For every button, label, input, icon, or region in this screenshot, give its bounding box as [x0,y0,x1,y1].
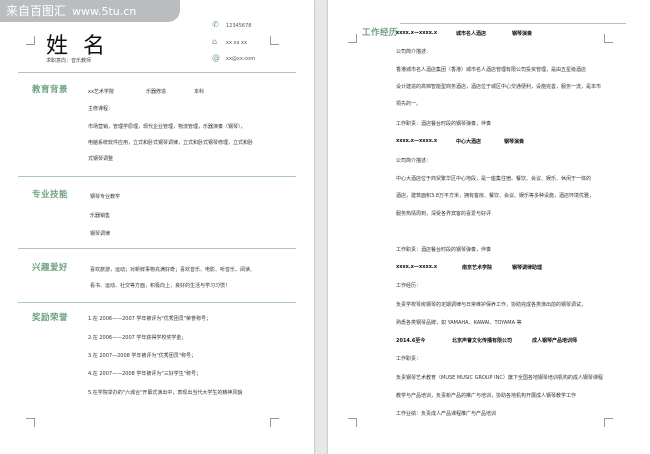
section-divider [18,176,296,177]
resume-page-2: 工作经历 xxxx.x—xxxx.x 城市名人酒店 钢琴演奏 公司简介描述： 香… [328,0,650,454]
at-icon: @ [212,53,220,62]
courses-line: 市场营销，管理学原理，现代企业管理，物流管理，乐器演奏（钢琴）， [88,124,246,130]
job-intro-line: 熟悉各类钢琴品牌，如 YAMAHA、KAWAI、TOYAMA 等 [396,320,522,326]
job-intro-line: 负责钢琴艺术教育（MUSE MUSIC GROUP INC）旗下全国各地钢琴培训… [396,375,603,381]
job-company: 南京艺术学院 [462,265,493,271]
email-row: @ xx@xx.com [212,53,255,62]
job-role: 钢琴调律助理 [512,265,543,271]
skill-item: 乐器销售 [90,213,111,219]
award-item: 2.在 2006——2007 学年获得学校奖学金； [88,335,187,341]
skill-item: 钢琴调律 [90,231,111,237]
page-corner-mark [26,418,35,427]
email-value: xx@xx.com [226,56,256,62]
job-intro-line: 教学与产品培训，负责新产品的推广与培训，协助各地机构开展成人钢琴教学工作 [396,393,577,399]
job-role: 成人钢琴产品培训师 [532,338,578,344]
candidate-name: 姓 名 [46,34,109,59]
job-intro-line: 酒店，建筑面积3.8万平方米，拥有客房、餐饮、会议、娱乐等多种设施，酒店环境优雅… [396,193,594,199]
page-gap [314,0,328,454]
watermark-banner: 来自百图汇 www.5tu.cn [0,0,180,22]
courses-line: 电脑系统软件应用，立式和卧式钢琴调律，立式和卧式钢琴修理，立式和卧 [88,140,254,146]
job-company: 城市名人酒店 [456,31,487,37]
job-intro-line: 香港城市名人酒店集团（香港）城市名人酒店管理有限公司投资管理，是由五星级酒店 [396,67,587,73]
page-corner-mark [270,36,279,45]
section-title-skills: 专业技能 [32,190,69,200]
section-divider [18,302,296,303]
resume-page-1: 来自百图汇 www.5tu.cn 姓 名 求职意向：音乐教师 ✆ 12345678 … [0,0,314,454]
job-intro-line: 设计建造的高档智能型商务酒店，酒店位于城区中心交通便利，设施完善，服务一流，是本… [396,84,602,90]
job-intro-line: 中心大酒店位于商贸繁华区中心地段，是一座集住宿、餐饮、会议、娱乐、休闲于一体的 [396,176,592,182]
award-item: 3.在 2007—2008 学年被评为"优秀团员"称号； [88,353,196,359]
education-school: xx艺术学院 [88,89,114,95]
header-divider [18,72,296,73]
job-duty: 工作业绩：负责成人产品课程推广与产品培训 [396,411,497,417]
job-duty: 工作职责：酒店餐台时段的钢琴弹奏，伴奏 [396,247,492,253]
job-intro-line: 负责学校琴房钢琴的定期调律与日常维护保养工作，协助完成各类演出前的钢琴调试， [396,302,587,308]
job-dates: xxxx.x—xxxx.x [396,30,438,36]
phone-icon: ✆ [212,20,219,29]
section-divider [18,248,296,249]
job-dates: 2014.6至今 [396,338,426,344]
phone-row: ✆ 12345678 [212,20,251,29]
section-title-work: 工作经历 [362,28,399,38]
education-degree: 本科 [194,89,205,95]
watermark-site: www.5tu.cn [72,5,137,18]
job-company: 北京声誉文化传播有限公司 [452,338,513,344]
award-item: 4.在 2007——2008 学年被评为"三好学生"称号； [88,371,201,377]
section-title-hobbies: 兴趣爱好 [32,263,69,273]
job-role: 钢琴演奏 [504,139,525,145]
job-intro-label: 工作经历： [396,283,422,289]
page-corner-mark [348,418,357,427]
job-intention: 求职意向：音乐教师 [46,58,92,64]
page-corner-mark [26,36,35,45]
education-major: 乐器修造 [146,89,167,95]
job-intro-label: 公司简介描述： [396,158,432,164]
job-intro-line: 服务热情周到，深受各界宾客的喜爱与好评 [396,211,492,217]
page-corner-mark [348,34,357,43]
section-divider [400,23,626,24]
section-title-education: 教育背景 [32,85,69,95]
courses-label: 主修课程： [88,106,114,112]
qq-value: xx xx xx [226,40,247,46]
job-intro-label: 公司简介描述： [396,49,432,55]
job-role: 钢琴演奏 [512,31,533,37]
award-item: 5.在学院举办的"六城合"开幕式演出中，表现出当代大学生的精神风貌 [88,390,243,396]
page-corner-mark [270,418,279,427]
job-intro-line: 领先的一。 [396,101,422,107]
job-intro-label: 工作职责： [396,356,422,362]
award-item: 1.在 2006——2007 学年被评为"优秀团员"荣誉称号； [88,316,211,322]
job-dates: xxxx.x—xxxx.x [396,264,438,270]
home-icon: ⌂ [212,37,218,46]
phone-value: 12345678 [226,23,252,29]
hobbies-line: 看书、运动、社交等方面，积极向上，良好的生活与学习习惯！ [90,283,231,289]
section-title-awards: 奖励荣誉 [32,313,69,323]
courses-line: 式钢琴调整 [88,156,114,162]
page-corner-mark [604,418,613,427]
page-corner-mark [604,34,613,43]
job-dates: xxxx.x—xxxx.x [396,138,438,144]
hobbies-line: 喜欢旅游，运动；对新鲜事物充满好奇；喜欢音乐、电影、听音乐、阅读、 [90,267,256,273]
skill-item: 钢琴专业教学 [90,194,121,200]
job-company: 中心大酒店 [456,139,482,145]
job-duty: 工作职责：酒店餐台时段的钢琴弹奏，伴奏 [396,121,492,127]
qq-row: ⌂ xx xx xx [212,37,247,46]
watermark-text: 来自百图汇 [6,4,67,18]
